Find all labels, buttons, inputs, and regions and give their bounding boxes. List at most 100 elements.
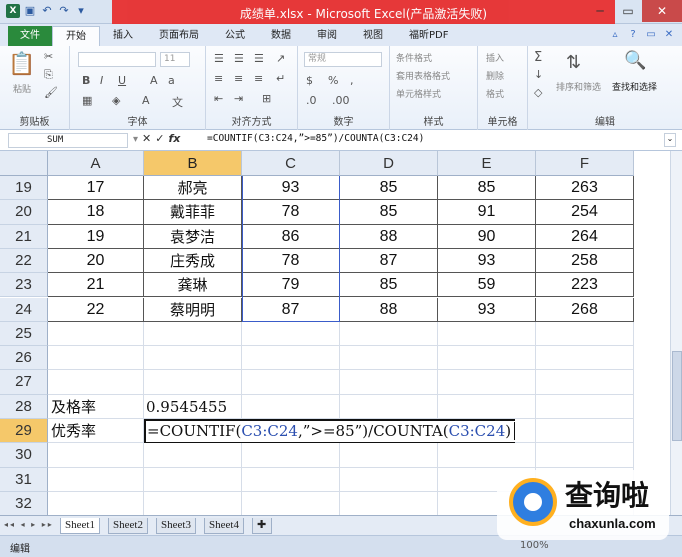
- ribbon-collapse-icon[interactable]: ▵: [608, 29, 622, 43]
- tab-insert[interactable]: 插入: [100, 26, 146, 46]
- font-color-icon[interactable]: A: [142, 94, 150, 107]
- expand-formula-bar-icon[interactable]: ⌄: [664, 133, 676, 147]
- cell-f22[interactable]: 258: [536, 248, 634, 274]
- insert-cells-button[interactable]: 插入: [486, 51, 504, 64]
- underline-icon[interactable]: U: [118, 74, 126, 87]
- row-header-26[interactable]: 26: [0, 346, 48, 371]
- percent-icon[interactable]: %: [328, 74, 338, 87]
- sheet-tab-sheet1[interactable]: Sheet1: [60, 518, 100, 534]
- row-header-22[interactable]: 22: [0, 248, 48, 274]
- row-header-28[interactable]: 28: [0, 394, 48, 419]
- cell-c32[interactable]: [242, 491, 340, 515]
- cell-c25[interactable]: [242, 321, 340, 347]
- cell-f20[interactable]: 254: [536, 200, 634, 225]
- cell-b30[interactable]: [144, 443, 242, 468]
- paste-label[interactable]: 粘贴: [13, 82, 31, 95]
- cell-b27[interactable]: [144, 370, 242, 395]
- restore-icon[interactable]: ▭: [644, 29, 658, 43]
- format-as-table-button[interactable]: 套用表格格式: [396, 69, 450, 82]
- cell-e21[interactable]: 90: [438, 224, 536, 249]
- cell-d28[interactable]: [340, 394, 438, 419]
- cell-d20[interactable]: 85: [340, 200, 438, 225]
- cell-b25[interactable]: [144, 321, 242, 347]
- tab-page-layout[interactable]: 页面布局: [146, 26, 212, 46]
- cell-e30[interactable]: [438, 443, 536, 468]
- tab-file[interactable]: 文件: [8, 26, 52, 46]
- cell-b28[interactable]: 0.9545455: [144, 394, 242, 419]
- tab-home[interactable]: 开始: [52, 26, 100, 46]
- borders-icon[interactable]: ▦: [82, 94, 92, 107]
- cell-d31[interactable]: [340, 467, 438, 492]
- cell-b31[interactable]: [144, 467, 242, 492]
- cell-a30[interactable]: [48, 443, 144, 468]
- cell-b20[interactable]: 戴菲菲: [144, 200, 242, 225]
- column-header-f[interactable]: F: [536, 151, 634, 176]
- cell-f24[interactable]: 268: [536, 297, 634, 322]
- cell-e20[interactable]: 91: [438, 200, 536, 225]
- decrease-font-icon[interactable]: a: [168, 74, 175, 87]
- cell-f19[interactable]: 263: [536, 176, 634, 201]
- cell-f23[interactable]: 223: [536, 273, 634, 298]
- cell-a28[interactable]: 及格率: [48, 394, 144, 419]
- cell-b29-editor[interactable]: =COUNTIF(C3:C24,”>=85”)/COUNTA(C3:C24)​: [144, 419, 516, 444]
- autosum-icon[interactable]: Σ: [534, 50, 542, 65]
- cell-e24[interactable]: 93: [438, 297, 536, 322]
- font-size-dropdown[interactable]: 11: [160, 52, 190, 67]
- cell-b19[interactable]: 郝亮: [144, 176, 242, 201]
- cell-d23[interactable]: 85: [340, 273, 438, 298]
- name-box[interactable]: SUM: [8, 133, 128, 148]
- column-header-c[interactable]: C: [242, 151, 340, 176]
- cell-d27[interactable]: [340, 370, 438, 395]
- close-button[interactable]: ✕: [642, 0, 682, 22]
- cell-f21[interactable]: 264: [536, 224, 634, 249]
- cell-b23[interactable]: 龚琳: [144, 273, 242, 298]
- row-header-32[interactable]: 32: [0, 491, 48, 515]
- insert-function-icon[interactable]: fx: [168, 132, 180, 145]
- column-header-b[interactable]: B: [144, 151, 242, 176]
- italic-icon[interactable]: I: [100, 74, 103, 87]
- tab-foxit-pdf[interactable]: 福昕PDF: [396, 26, 461, 46]
- sort-filter-button[interactable]: 排序和筛选: [556, 80, 601, 93]
- cell-f27[interactable]: [536, 370, 634, 395]
- format-cells-button[interactable]: 格式: [486, 87, 504, 100]
- cell-styles-button[interactable]: 单元格样式: [396, 87, 441, 100]
- cell-c26[interactable]: [242, 346, 340, 371]
- cell-a25[interactable]: [48, 321, 144, 347]
- row-header-31[interactable]: 31: [0, 467, 48, 492]
- cell-e27[interactable]: [438, 370, 536, 395]
- cell-c27[interactable]: [242, 370, 340, 395]
- tab-view[interactable]: 视图: [350, 26, 396, 46]
- cell-e19[interactable]: 85: [438, 176, 536, 201]
- number-format-dropdown[interactable]: 常规: [304, 52, 382, 67]
- cell-a19[interactable]: 17: [48, 176, 144, 201]
- column-header-e[interactable]: E: [438, 151, 536, 176]
- cell-d19[interactable]: 85: [340, 176, 438, 201]
- zoom-level[interactable]: 100%: [520, 540, 549, 551]
- undo-icon[interactable]: ↶: [40, 4, 54, 18]
- align-bottom-icon[interactable]: ☰: [254, 52, 264, 65]
- cell-d21[interactable]: 88: [340, 224, 438, 249]
- copy-icon[interactable]: ⎘: [44, 68, 53, 82]
- help-icon[interactable]: ?: [626, 29, 640, 43]
- customize-qat-icon[interactable]: ▾: [74, 4, 88, 18]
- decrease-decimal-icon[interactable]: .00: [332, 94, 350, 107]
- cell-f30[interactable]: [536, 443, 634, 468]
- cell-a27[interactable]: [48, 370, 144, 395]
- scroll-thumb[interactable]: [672, 351, 682, 441]
- cell-f26[interactable]: [536, 346, 634, 371]
- comma-icon[interactable]: ,: [350, 74, 354, 87]
- cell-a22[interactable]: 20: [48, 248, 144, 274]
- cell-b32[interactable]: [144, 491, 242, 515]
- name-box-dropdown-icon[interactable]: ▾: [133, 134, 138, 145]
- worksheet-grid[interactable]: A B C D E F 19 17 郝亮 93 85 85 263 20 18 戴菲菲 78 85 91 254 21 1…: [0, 151, 670, 515]
- cell-e28[interactable]: [438, 394, 536, 419]
- cell-d24[interactable]: 88: [340, 297, 438, 322]
- cell-a26[interactable]: [48, 346, 144, 371]
- cell-c31[interactable]: [242, 467, 340, 492]
- paste-icon[interactable]: 📋: [8, 52, 35, 77]
- cell-a32[interactable]: [48, 491, 144, 515]
- cell-a23[interactable]: 21: [48, 273, 144, 298]
- cell-e26[interactable]: [438, 346, 536, 371]
- align-top-icon[interactable]: ☰: [214, 52, 224, 65]
- formula-input[interactable]: =COUNTIF(C3:C24,”>=85”)/COUNTA(C3:C24): [207, 133, 424, 144]
